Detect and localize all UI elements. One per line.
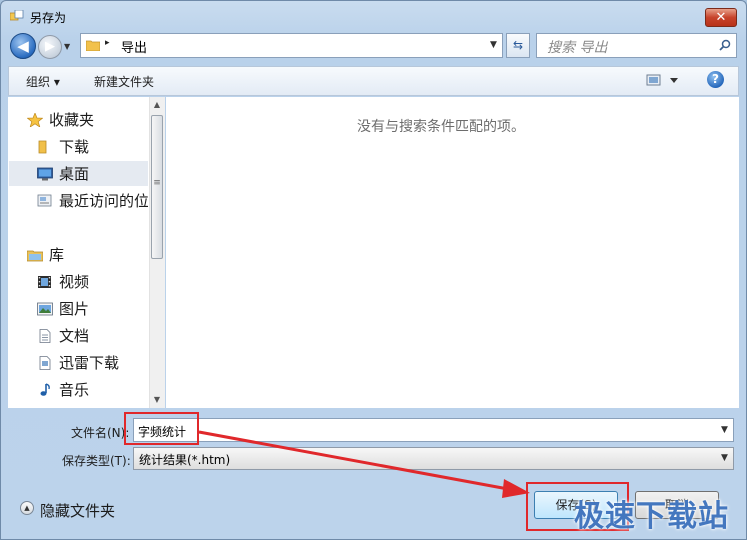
- nav-item-label: 下载: [59, 138, 90, 156]
- pictures-icon: [37, 302, 53, 316]
- nav-item-label: 最近访问的位: [59, 192, 148, 210]
- recent-locations-dropdown[interactable]: ▼: [64, 42, 76, 52]
- nav-item-libraries[interactable]: 库: [27, 243, 65, 267]
- back-button[interactable]: ◀: [10, 33, 36, 59]
- star-icon: [27, 113, 43, 127]
- empty-results-message: 没有与搜索条件匹配的项。: [357, 119, 525, 135]
- watermark: 极速下载站: [574, 499, 729, 534]
- nav-item-favorites[interactable]: 收藏夹: [27, 108, 95, 132]
- change-view-icon[interactable]: [645, 71, 681, 89]
- filetype-label: 保存类型(T):: [62, 454, 131, 468]
- new-folder-button[interactable]: 新建文件夹: [94, 73, 154, 90]
- organize-menu-button[interactable]: 组织 ▾: [26, 73, 60, 90]
- documents-icon: [39, 329, 51, 343]
- nav-item-music[interactable]: 音乐: [40, 378, 90, 402]
- filename-annotation-box: [124, 412, 199, 445]
- nav-item-label: 音乐: [59, 381, 90, 399]
- filetype-dropdown-arrow[interactable]: ▼: [721, 453, 728, 463]
- nav-item-label: 收藏夹: [49, 111, 95, 129]
- hide-folders-toggle-icon[interactable]: ▲: [20, 501, 34, 515]
- nav-item-label: 库: [49, 246, 65, 264]
- scroll-grip-icon: ≡: [153, 178, 161, 188]
- nav-item-videos[interactable]: 视频: [38, 270, 90, 294]
- download-icon: [39, 356, 51, 370]
- nav-item-label: 迅雷下载: [59, 354, 120, 372]
- filename-label: 文件名(N):: [71, 426, 130, 440]
- scroll-down-arrow[interactable]: ▼: [149, 392, 165, 408]
- search-icon[interactable]: [719, 39, 731, 51]
- nav-item-pictures[interactable]: 图片: [37, 297, 90, 321]
- forward-button[interactable]: ▶: [38, 35, 62, 59]
- nav-item-recent-places[interactable]: 最近访问的位: [59, 189, 148, 213]
- save-dialog-icon: [10, 10, 24, 21]
- nav-item-downloads[interactable]: 下载: [38, 135, 90, 159]
- nav-item-documents[interactable]: 文档: [39, 324, 90, 348]
- nav-item-desktop[interactable]: 桌面: [37, 162, 90, 186]
- music-icon: [40, 383, 50, 396]
- hide-folders-label[interactable]: 隐藏文件夹: [40, 500, 115, 521]
- nav-item-label: 文档: [59, 327, 90, 345]
- file-list-pane[interactable]: [166, 97, 739, 408]
- library-icon: [27, 250, 43, 262]
- desktop-icon: [37, 167, 53, 181]
- scroll-up-arrow[interactable]: ▲: [149, 97, 165, 113]
- nav-item-label: 视频: [59, 273, 90, 291]
- recent-places-icon: [37, 194, 52, 207]
- nav-item-label: 桌面: [59, 165, 90, 183]
- refresh-button[interactable]: ⇆: [506, 33, 530, 58]
- filetype-selected-value[interactable]: 统计结果(*.htm): [139, 451, 230, 468]
- nav-item-label: 图片: [59, 300, 90, 318]
- address-dropdown-arrow[interactable]: ▼: [490, 40, 497, 50]
- breadcrumb-separator[interactable]: ▸: [105, 38, 110, 48]
- close-button[interactable]: ✕: [705, 8, 737, 27]
- folder-icon: [86, 40, 100, 51]
- help-button[interactable]: ?: [707, 71, 724, 88]
- filename-dropdown-arrow[interactable]: ▼: [721, 425, 728, 435]
- folder-icon: [38, 140, 47, 154]
- window-title: 另存为: [30, 11, 67, 25]
- search-placeholder: 搜索 导出: [547, 40, 608, 56]
- breadcrumb-current-folder[interactable]: 导出: [121, 37, 147, 56]
- video-icon: [38, 276, 51, 288]
- filename-input[interactable]: [133, 418, 734, 442]
- nav-item-xunlei-downloads[interactable]: 迅雷下载: [39, 351, 120, 375]
